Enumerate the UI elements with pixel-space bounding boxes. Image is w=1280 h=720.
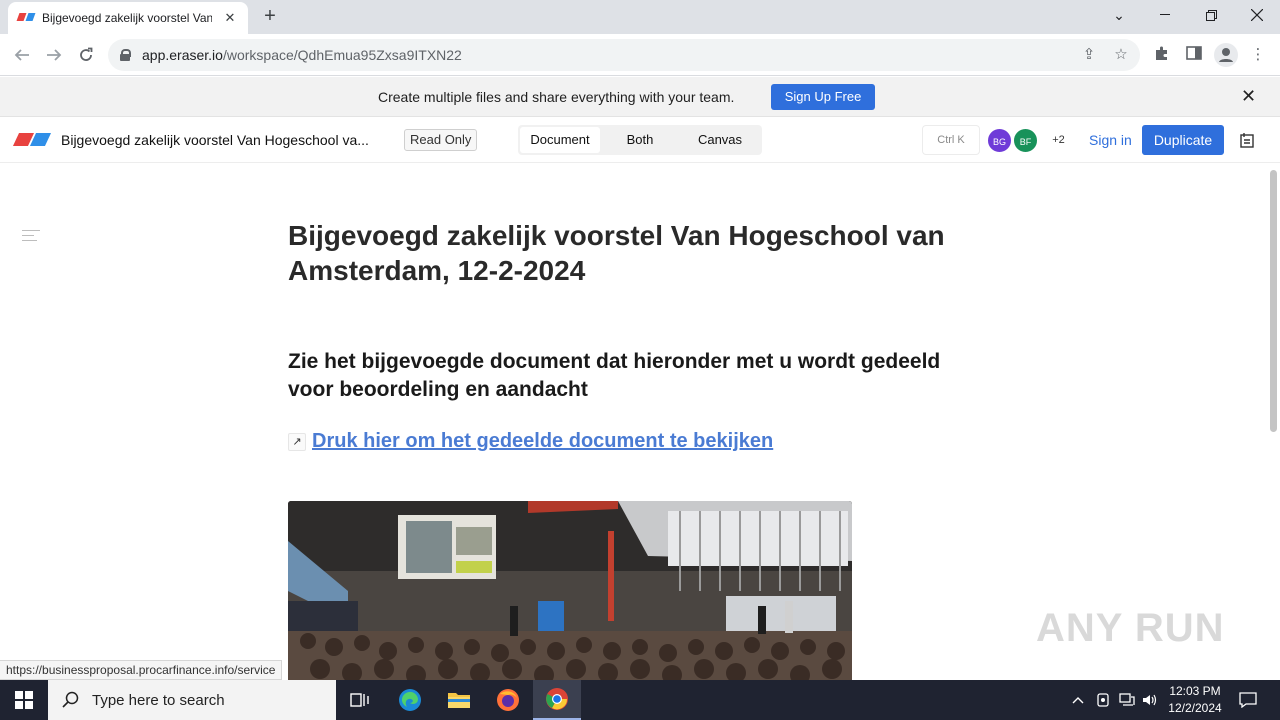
side-panel-icon[interactable]: [1184, 45, 1204, 65]
more-collaborators-count[interactable]: +2: [1045, 127, 1072, 154]
avatar[interactable]: BG: [986, 127, 1013, 154]
reload-icon: [80, 47, 93, 61]
notification-icon: [1239, 692, 1257, 708]
sign-in-link[interactable]: Sign in: [1089, 132, 1132, 148]
back-button[interactable]: [10, 43, 34, 67]
network-icon: [1119, 693, 1135, 706]
app-header: Bijgevoegd zakelijk voorstel Van Hogesch…: [0, 117, 1280, 163]
windows-taskbar: Type here to search 12:03 PM 12/2/2024: [0, 680, 1280, 720]
new-tab-button[interactable]: +: [258, 5, 282, 29]
start-button[interactable]: [0, 680, 48, 720]
restore-icon: [1205, 9, 1217, 21]
eraser-logo-icon[interactable]: [12, 133, 52, 147]
view-canvas-tab[interactable]: Canvas: [680, 127, 760, 153]
person-icon: [1219, 48, 1233, 62]
tray-network-icon[interactable]: [1116, 680, 1138, 720]
tab-close-icon[interactable]: ✕: [222, 10, 238, 26]
close-window-button[interactable]: [1234, 0, 1280, 30]
page-title: Bijgevoegd zakelijk voorstel Van Hogesch…: [288, 220, 945, 286]
tab-search-icon[interactable]: ⌄: [1096, 0, 1142, 30]
task-view-button[interactable]: [336, 680, 384, 720]
browser-tab-strip: Bijgevoegd zakelijk voorstel Van ✕ + ⌄: [0, 0, 1280, 34]
chrome-app-button[interactable]: [533, 680, 581, 720]
close-icon: [1251, 9, 1263, 21]
panel-toggle-icon: [1240, 133, 1254, 148]
url-host: app.eraser.io: [142, 47, 223, 63]
chrome-menu-icon[interactable]: ⋮: [1248, 45, 1268, 65]
taskbar-search-box[interactable]: Type here to search: [48, 680, 336, 720]
search-placeholder: Type here to search: [92, 691, 225, 709]
url-path: /workspace/QdhEmua95Zxsa9ITXN22: [222, 47, 462, 63]
tray-volume-icon[interactable]: [1140, 680, 1160, 720]
clock-time: 12:03 PM: [1169, 684, 1221, 698]
firefox-app-button[interactable]: [484, 680, 532, 720]
banner-close-icon[interactable]: ✕: [1241, 86, 1256, 107]
edge-icon: [399, 689, 421, 711]
document-scrollbar[interactable]: [1268, 164, 1280, 680]
task-view-icon: [350, 693, 369, 707]
tray-overflow-chevron-icon[interactable]: [1068, 680, 1088, 720]
file-explorer-app-button[interactable]: [435, 680, 483, 720]
share-icon[interactable]: ⇪: [1080, 46, 1098, 64]
conference-photo-illustration: [288, 501, 852, 680]
search-icon: [62, 691, 79, 708]
device-icon: [1097, 693, 1109, 707]
read-only-badge: Read Only: [404, 129, 478, 151]
profile-avatar-icon[interactable]: [1214, 43, 1238, 67]
puzzle-icon: [1156, 46, 1167, 60]
extensions-puzzle-icon[interactable]: [1152, 45, 1172, 65]
forward-arrow-icon: [47, 49, 62, 61]
bookmark-star-icon[interactable]: ☆: [1112, 46, 1130, 64]
command-palette-shortcut[interactable]: Ctrl K: [922, 125, 980, 155]
clock-date: 12/2/2024: [1168, 701, 1222, 715]
conference-photo: [288, 501, 852, 680]
avatar[interactable]: BF: [1012, 127, 1039, 154]
scrollbar-thumb[interactable]: [1270, 170, 1277, 432]
history-panel-icon[interactable]: [1238, 131, 1256, 149]
external-link-arrow-icon: ↗: [288, 432, 306, 451]
speaker-icon: [1143, 694, 1157, 706]
windows-logo-icon: [15, 691, 33, 709]
taskbar-clock[interactable]: 12:03 PM 12/2/2024: [1160, 683, 1230, 717]
reload-button[interactable]: [74, 43, 98, 67]
duplicate-button[interactable]: Duplicate: [1142, 125, 1224, 155]
forward-button[interactable]: [42, 43, 66, 67]
sign-up-free-button[interactable]: Sign Up Free: [771, 84, 875, 110]
lock-icon: [120, 49, 131, 61]
signup-banner: Create multiple files and share everythi…: [0, 77, 1280, 117]
eraser-favicon-icon: [16, 13, 36, 23]
table-of-contents-icon[interactable]: [22, 230, 40, 245]
edge-app-button[interactable]: [386, 680, 434, 720]
firefox-icon: [497, 689, 519, 711]
tray-network-device-icon[interactable]: [1093, 680, 1113, 720]
browser-toolbar: app.eraser.io/workspace/QdhEmua95Zxsa9IT…: [0, 34, 1280, 76]
folder-icon: [448, 693, 470, 708]
section-heading: Zie het bijgevoegde document dat hierond…: [288, 350, 941, 401]
chevron-up-icon: [1072, 697, 1084, 704]
tab-title: Bijgevoegd zakelijk voorstel Van: [42, 11, 212, 25]
document-link-row: ↗ Druk hier om het gedeelde document te …: [288, 430, 773, 453]
document-title[interactable]: Bijgevoegd zakelijk voorstel Van Hogesch…: [61, 132, 369, 148]
anyrun-watermark: ANY RUN: [1036, 606, 1225, 650]
minimize-button[interactable]: [1142, 0, 1188, 30]
notifications-button[interactable]: [1234, 680, 1262, 720]
minimize-icon: [1160, 14, 1170, 15]
banner-text: Create multiple files and share everythi…: [378, 89, 735, 105]
address-bar[interactable]: app.eraser.io/workspace/QdhEmua95Zxsa9IT…: [108, 39, 1140, 71]
view-switcher: Document Both Canvas: [518, 125, 762, 155]
view-both-tab[interactable]: Both: [600, 127, 680, 153]
restore-button[interactable]: [1188, 0, 1234, 30]
document-content: Bijgevoegd zakelijk voorstel Van Hogesch…: [0, 164, 1268, 680]
view-document-tab[interactable]: Document: [520, 127, 600, 153]
browser-tab[interactable]: Bijgevoegd zakelijk voorstel Van ✕: [8, 2, 248, 34]
chrome-icon: [546, 688, 568, 710]
back-arrow-icon: [14, 49, 29, 61]
view-document-link[interactable]: Druk hier om het gedeelde document te be…: [312, 430, 773, 453]
link-status-url: https://businessproposal.procarfinance.i…: [0, 660, 283, 680]
side-panel-glyph-icon: [1186, 46, 1202, 60]
